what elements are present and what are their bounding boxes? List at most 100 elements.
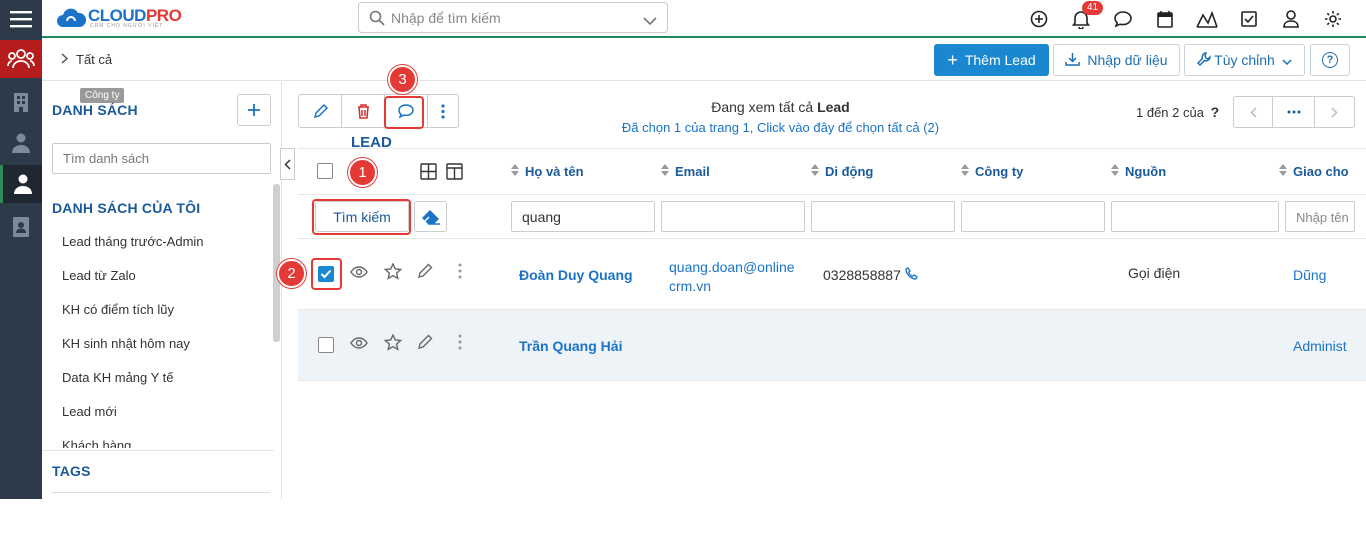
- column-header-company[interactable]: Công ty: [961, 164, 1023, 179]
- add-lead-button[interactable]: + Thêm Lead: [934, 44, 1049, 76]
- pager-info: 1 đến 2 của ?: [1136, 104, 1219, 120]
- delete-button[interactable]: [342, 95, 385, 127]
- list-filter-input[interactable]: [52, 143, 271, 174]
- global-search-input[interactable]: [391, 3, 651, 32]
- import-data-button[interactable]: Nhập dữ liệu: [1053, 44, 1180, 76]
- column-label: Nguồn: [1125, 164, 1167, 179]
- filter-company-input[interactable]: [961, 201, 1105, 232]
- column-header-email[interactable]: Email: [661, 164, 710, 179]
- sidebar-scrollbar[interactable]: [273, 184, 280, 342]
- sidebar-list-item[interactable]: Lead mới: [62, 404, 117, 419]
- cloudpro-logo[interactable]: CLOUDPRO CRM CHO NGƯỜI VIỆT: [56, 6, 182, 29]
- global-search[interactable]: [358, 2, 668, 33]
- column-label: Họ và tên: [525, 164, 584, 179]
- cloud-logo-icon: [56, 7, 87, 29]
- highlight-row-checkbox: [311, 258, 342, 290]
- filter-source-input[interactable]: [1111, 201, 1279, 232]
- calendar-icon[interactable]: [1144, 0, 1186, 38]
- row-action-toolbar: [298, 94, 459, 128]
- add-lead-label: Thêm Lead: [964, 52, 1036, 68]
- sidebar-list-item[interactable]: Khách hàng: [62, 438, 131, 448]
- star-icon[interactable]: [383, 262, 403, 283]
- lead-assigned-link[interactable]: Administ: [1293, 338, 1366, 354]
- wrench-icon: [1197, 51, 1211, 69]
- building-icon[interactable]: [0, 83, 42, 121]
- eye-icon[interactable]: [350, 336, 368, 352]
- chart-icon[interactable]: [1186, 0, 1228, 38]
- table-header: Họ và tên Email Di động Công ty Nguồn Gi…: [298, 148, 1366, 195]
- columns-icon[interactable]: [446, 163, 463, 183]
- prev-page-button[interactable]: [1234, 97, 1273, 127]
- select-all-link[interactable]: Đã chọn 1 của trang 1, Click vào đây để …: [568, 120, 993, 135]
- column-header-source[interactable]: Nguồn: [1111, 164, 1166, 179]
- email-line: quang.doan@online: [669, 259, 795, 275]
- column-header-assigned[interactable]: Giao cho: [1279, 164, 1351, 179]
- sidebar-list-item[interactable]: Data KH mảng Y tế: [62, 370, 174, 385]
- main-content: Đang xem tất cả Lead Đã chọn 1 của trang…: [298, 82, 1366, 499]
- sidebar-list-item[interactable]: Lead từ Zalo: [62, 268, 136, 283]
- plus-circle-icon[interactable]: [1018, 0, 1060, 38]
- table-row[interactable]: Đoàn Duy Quang quang.doan@online crm.vn …: [298, 239, 1366, 310]
- more-actions-icon[interactable]: [428, 95, 458, 127]
- users-group-icon[interactable]: [0, 40, 42, 78]
- sidebar-list-item[interactable]: KH sinh nhật hôm nay: [62, 336, 190, 351]
- next-page-button[interactable]: [1315, 97, 1354, 127]
- filter-assigned-input[interactable]: [1285, 201, 1355, 232]
- row-menu-icon[interactable]: [458, 263, 462, 282]
- column-header-mobile[interactable]: Di động: [811, 164, 873, 179]
- grid-view-icon[interactable]: [420, 163, 437, 183]
- rail-tooltip: Công ty: [80, 88, 125, 103]
- filter-row: Tìm kiếm: [298, 195, 1366, 239]
- select-all-checkbox[interactable]: [317, 163, 333, 179]
- step-1-marker: 1: [348, 158, 377, 187]
- lead-email-link[interactable]: quang.doan@online crm.vn: [669, 258, 795, 296]
- import-data-label: Nhập dữ liệu: [1087, 52, 1168, 68]
- help-button[interactable]: ?: [1310, 44, 1350, 76]
- person-icon[interactable]: [0, 165, 42, 203]
- column-header-name[interactable]: Họ và tên: [511, 164, 584, 179]
- pager-text: 1 đến 2 của: [1136, 105, 1204, 120]
- filter-mobile-input[interactable]: [811, 201, 955, 232]
- menu-icon[interactable]: [0, 0, 42, 38]
- chevron-down-icon: [1282, 52, 1292, 68]
- lead-name-link[interactable]: Trần Quang Hải: [519, 338, 622, 354]
- step-3-marker: 3: [388, 65, 417, 94]
- table-row[interactable]: Trần Quang Hải Administ: [298, 310, 1366, 381]
- eraser-icon[interactable]: [414, 201, 447, 232]
- page-more-button[interactable]: [1273, 97, 1315, 127]
- chevron-down-icon[interactable]: [643, 13, 657, 29]
- row-menu-icon[interactable]: [458, 334, 462, 353]
- sort-icon: [1111, 164, 1119, 179]
- gear-icon[interactable]: [1312, 0, 1354, 38]
- chat-icon[interactable]: [1102, 0, 1144, 38]
- row-checkbox[interactable]: [318, 337, 334, 353]
- lead-assigned-link[interactable]: Dũng: [1293, 267, 1326, 283]
- pencil-icon[interactable]: [417, 263, 433, 282]
- chevron-right-icon: [61, 52, 69, 67]
- bell-icon[interactable]: 41: [1060, 0, 1104, 38]
- pager-help-icon[interactable]: ?: [1211, 104, 1220, 120]
- contacts-icon[interactable]: [0, 124, 42, 162]
- filter-name-input[interactable]: [511, 201, 655, 232]
- lead-name-link[interactable]: Đoàn Duy Quang: [519, 267, 633, 283]
- eye-icon[interactable]: [350, 265, 368, 281]
- help-label: ?: [1326, 54, 1334, 66]
- pencil-icon[interactable]: [417, 334, 433, 353]
- customize-button[interactable]: Tùy chỉnh: [1184, 44, 1305, 76]
- document-person-icon[interactable]: [0, 208, 42, 246]
- sidebar-list-item[interactable]: Lead tháng trước-Admin: [62, 234, 204, 249]
- phone-icon[interactable]: [905, 267, 918, 283]
- sort-icon: [1279, 164, 1287, 179]
- sidebar-list-item[interactable]: KH có điểm tích lũy: [62, 302, 174, 317]
- filter-email-input[interactable]: [661, 201, 805, 232]
- checkbox-icon[interactable]: [1228, 0, 1270, 38]
- edit-button[interactable]: [299, 95, 342, 127]
- column-label: Công ty: [975, 164, 1024, 179]
- sort-icon: [961, 164, 969, 179]
- collapse-sidebar-button[interactable]: [280, 148, 295, 180]
- notification-badge: 41: [1082, 1, 1104, 15]
- user-icon[interactable]: [1270, 0, 1312, 38]
- add-list-button[interactable]: [237, 94, 271, 126]
- lead-source: Gọi điện: [1128, 265, 1181, 281]
- star-icon[interactable]: [383, 333, 403, 354]
